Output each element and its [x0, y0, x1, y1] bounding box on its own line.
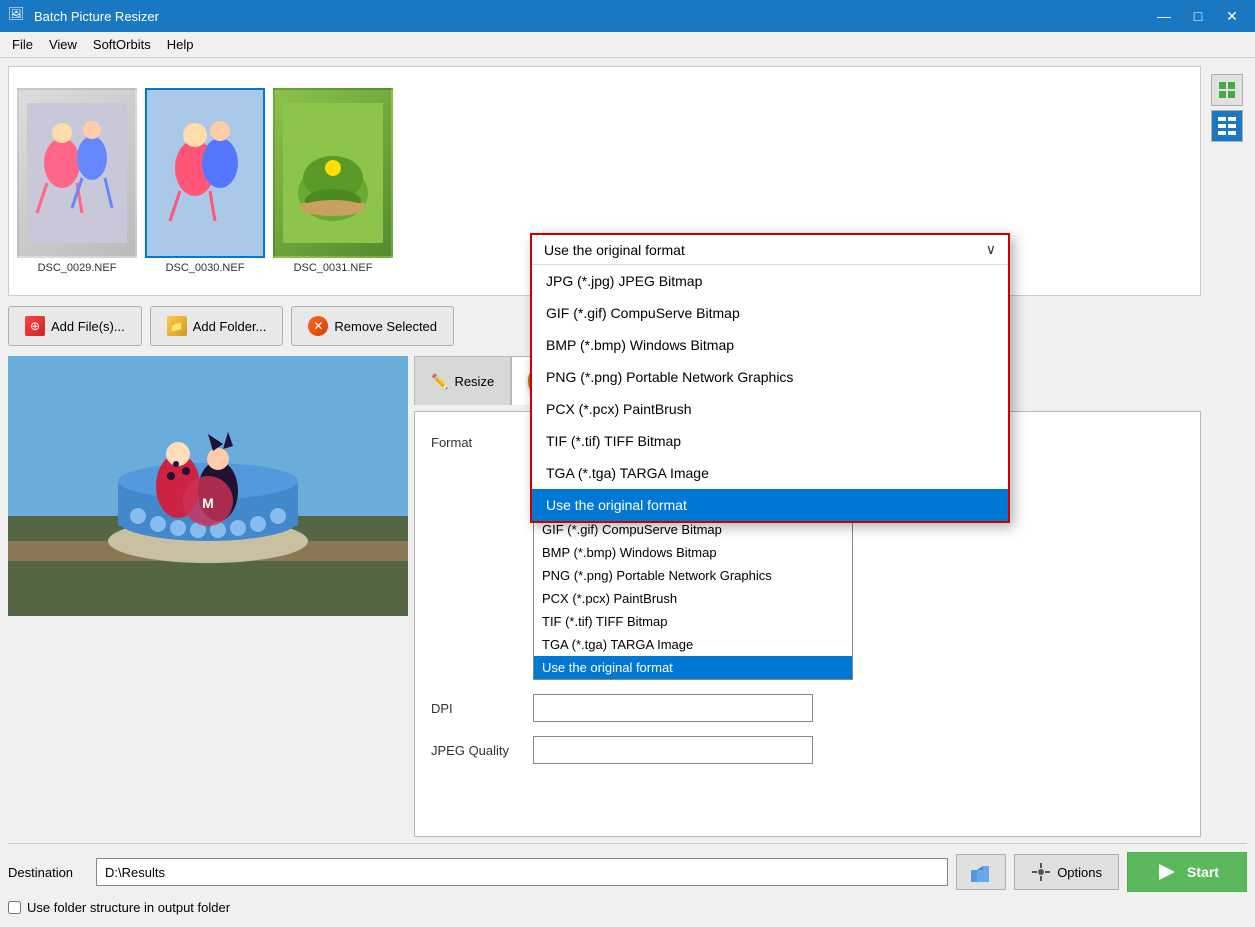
destination-label: Destination: [8, 865, 88, 880]
menu-file[interactable]: File: [4, 35, 41, 54]
large-option-pcx[interactable]: PCX (*.pcx) PaintBrush: [532, 393, 1008, 425]
sidebar-btn-1[interactable]: [1211, 74, 1243, 106]
dpi-row: DPI: [431, 694, 1184, 722]
thumbnail-image: [273, 88, 393, 258]
folder-structure-row: Use folder structure in output folder: [8, 900, 1247, 915]
main-content: DSC_0029.NEF: [0, 58, 1255, 927]
format-label: Format: [431, 435, 521, 450]
dpi-input[interactable]: [533, 694, 813, 722]
add-files-button[interactable]: ⊕ Add File(s)...: [8, 306, 142, 346]
maximize-button[interactable]: □: [1183, 5, 1213, 27]
options-button[interactable]: Options: [1014, 854, 1119, 890]
thumbnail-image: [17, 88, 137, 258]
option-tga-small[interactable]: TGA (*.tga) TARGA Image: [534, 633, 852, 656]
right-sidebar: [1207, 66, 1247, 837]
bottom-section: Destination Options: [8, 843, 1247, 919]
jpeg-quality-label: JPEG Quality: [431, 743, 521, 758]
folder-structure-checkbox[interactable]: [8, 901, 21, 914]
large-option-original[interactable]: Use the original format: [532, 489, 1008, 521]
thumbnail-label: DSC_0031.NEF: [294, 262, 373, 274]
large-option-png[interactable]: PNG (*.png) Portable Network Graphics: [532, 361, 1008, 393]
large-dropdown-selected-text: Use the original format: [544, 242, 685, 258]
destination-row: Destination Options: [8, 852, 1247, 892]
start-button[interactable]: Start: [1127, 852, 1247, 892]
title-bar: 🖼 Batch Picture Resizer — □ ✕: [0, 0, 1255, 32]
remove-icon: ✕: [308, 316, 328, 336]
add-folder-button[interactable]: 📁 Add Folder...: [150, 306, 284, 346]
option-pcx-small[interactable]: PCX (*.pcx) PaintBrush: [534, 587, 852, 610]
large-option-bmp[interactable]: BMP (*.bmp) Windows Bitmap: [532, 329, 1008, 361]
option-bmp-small[interactable]: BMP (*.bmp) Windows Bitmap: [534, 541, 852, 564]
jpeg-quality-row: JPEG Quality: [431, 736, 1184, 764]
thumbnail-item[interactable]: DSC_0030.NEF: [145, 88, 265, 274]
menu-bar: File View SoftOrbits Help: [0, 32, 1255, 58]
menu-help[interactable]: Help: [159, 35, 202, 54]
svg-text:M: M: [202, 495, 214, 511]
minimize-button[interactable]: —: [1149, 5, 1179, 27]
large-dropdown-options: JPG (*.jpg) JPEG Bitmap GIF (*.gif) Comp…: [532, 265, 1008, 521]
option-png-small[interactable]: PNG (*.png) Portable Network Graphics: [534, 564, 852, 587]
app-title: Batch Picture Resizer: [34, 9, 1149, 24]
thumbnail-image: [145, 88, 265, 258]
large-option-tif[interactable]: TIF (*.tif) TIFF Bitmap: [532, 425, 1008, 457]
large-dropdown-overlay: Use the original format ∨ JPG (*.jpg) JP…: [530, 233, 1010, 523]
add-folder-icon: 📁: [167, 316, 187, 336]
thumbnail-item[interactable]: DSC_0029.NEF: [17, 88, 137, 274]
options-label: Options: [1057, 865, 1102, 880]
large-option-tga[interactable]: TGA (*.tga) TARGA Image: [532, 457, 1008, 489]
folder-structure-label: Use folder structure in output folder: [27, 900, 230, 915]
jpeg-quality-input[interactable]: [533, 736, 813, 764]
remove-selected-button[interactable]: ✕ Remove Selected: [291, 306, 454, 346]
window-controls: — □ ✕: [1149, 5, 1247, 27]
sidebar-btn-grid[interactable]: [1211, 110, 1243, 142]
destination-input[interactable]: [96, 858, 948, 886]
option-original-small[interactable]: Use the original format: [534, 656, 852, 679]
menu-view[interactable]: View: [41, 35, 85, 54]
thumbnail-item[interactable]: DSC_0031.NEF: [273, 88, 393, 274]
browse-button[interactable]: [956, 854, 1006, 890]
app-icon: 🖼: [8, 6, 28, 26]
thumbnail-label: DSC_0029.NEF: [38, 262, 117, 274]
menu-softorbits[interactable]: SoftOrbits: [85, 35, 159, 54]
preview-area: M: [8, 356, 408, 616]
close-button[interactable]: ✕: [1217, 5, 1247, 27]
large-option-jpg[interactable]: JPG (*.jpg) JPEG Bitmap: [532, 265, 1008, 297]
tab-resize[interactable]: ✏️ Resize: [414, 356, 511, 405]
large-option-gif[interactable]: GIF (*.gif) CompuServe Bitmap: [532, 297, 1008, 329]
large-dropdown-arrow-icon: ∨: [986, 241, 996, 258]
thumbnail-label: DSC_0030.NEF: [166, 262, 245, 274]
dpi-label: DPI: [431, 701, 521, 716]
start-label: Start: [1187, 864, 1219, 880]
add-files-icon: ⊕: [25, 316, 45, 336]
large-dropdown-header[interactable]: Use the original format ∨: [532, 235, 1008, 265]
option-tif-small[interactable]: TIF (*.tif) TIFF Bitmap: [534, 610, 852, 633]
